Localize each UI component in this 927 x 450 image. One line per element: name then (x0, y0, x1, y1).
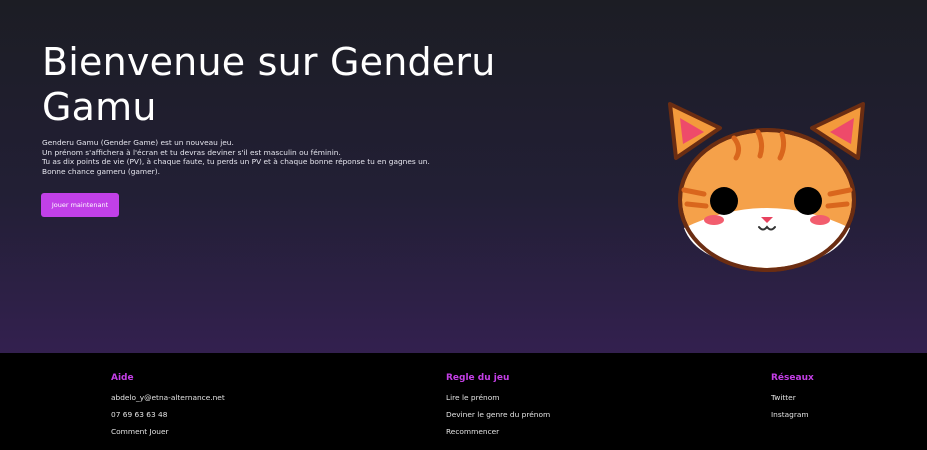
footer-how-to-play-link[interactable]: Comment Jouer (111, 427, 225, 436)
description-line: Genderu Gamu (Gender Game) est un nouvea… (42, 138, 234, 147)
play-now-button[interactable]: Jouer maintenant (41, 193, 119, 217)
footer-read-name-link[interactable]: Lire le prénom (446, 393, 550, 402)
footer-twitter-link[interactable]: Twitter (771, 393, 814, 402)
title-line-1: Bienvenue sur Genderu (42, 40, 496, 84)
title-line-2: Gamu (42, 85, 157, 129)
footer-rules-column: Regle du jeu Lire le prénom Deviner le g… (446, 372, 550, 444)
footer-guess-gender-link[interactable]: Deviner le genre du prénom (446, 410, 550, 419)
description-line: Un prénom s'affichera à l'écran et tu de… (42, 147, 341, 157)
description-line: Bonne chance gameru (gamer). (42, 166, 160, 176)
footer-restart-link[interactable]: Recommencer (446, 427, 550, 436)
footer-social-column: Réseaux Twitter Instagram (771, 372, 814, 427)
footer-instagram-link[interactable]: Instagram (771, 410, 814, 419)
footer-phone-link[interactable]: 07 69 63 63 48 (111, 410, 225, 419)
cat-mascot-icon (668, 102, 865, 272)
footer: Aide abdelo_y@etna-alternance.net 07 69 … (0, 353, 927, 450)
footer-social-title: Réseaux (771, 373, 814, 383)
description-line: Tu as dix points de vie (PV), à chaque f… (42, 157, 430, 167)
game-description: Genderu Gamu (Gender Game) est un nouvea… (42, 138, 472, 176)
page-title: Bienvenue sur Genderu Gamu (42, 40, 522, 130)
hero-section: Bienvenue sur Genderu Gamu Genderu Gamu … (0, 0, 927, 353)
footer-rules-title: Regle du jeu (446, 373, 510, 383)
footer-email-link[interactable]: abdelo_y@etna-alternance.net (111, 393, 225, 402)
footer-help-column: Aide abdelo_y@etna-alternance.net 07 69 … (111, 372, 225, 444)
footer-help-title: Aide (111, 373, 134, 383)
